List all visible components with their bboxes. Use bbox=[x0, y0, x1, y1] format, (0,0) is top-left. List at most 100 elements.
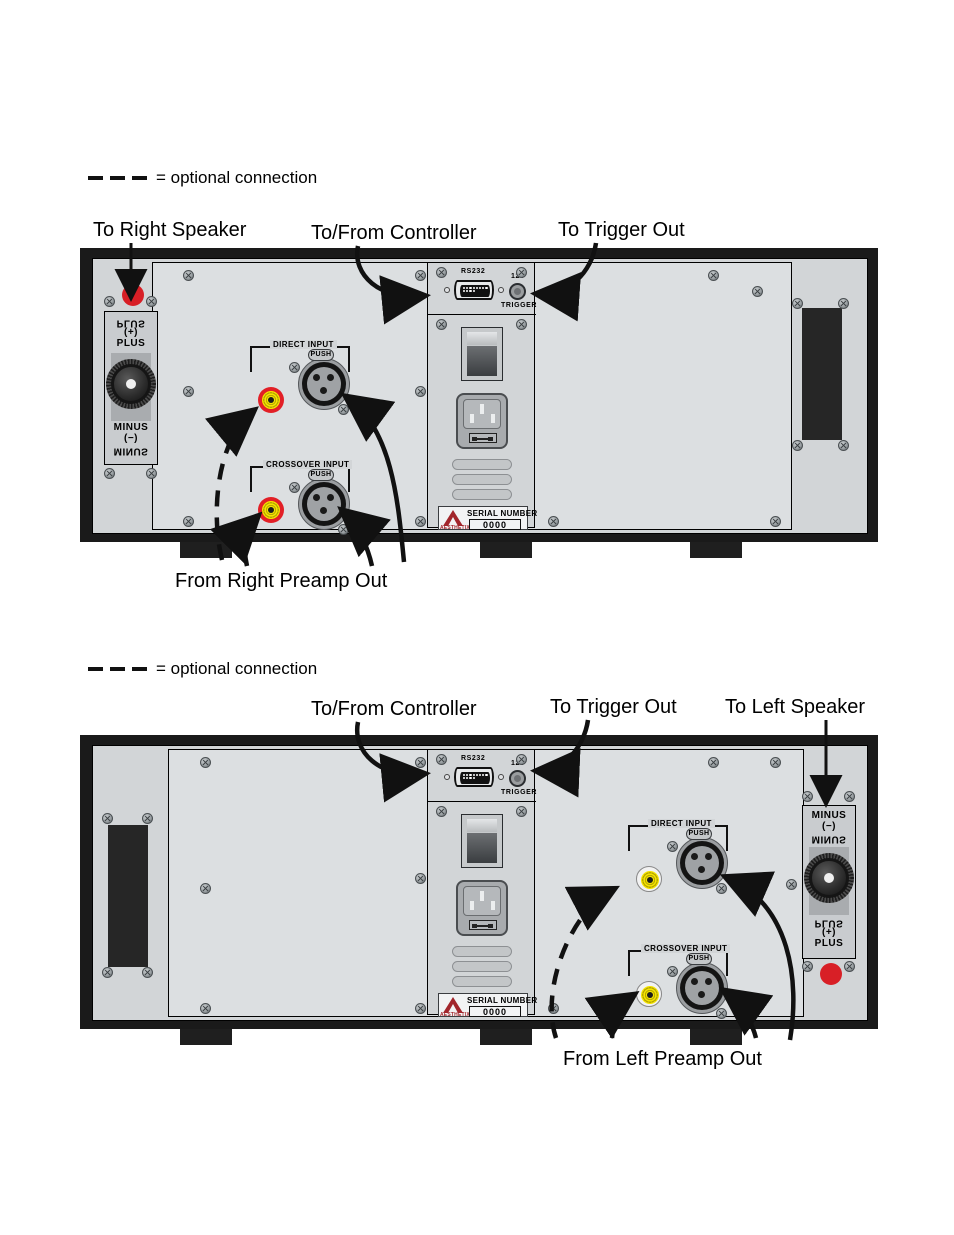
aesthetix-logo-icon bbox=[443, 510, 463, 526]
screw bbox=[200, 1003, 211, 1014]
bp-plus-sign-top: (+) bbox=[124, 327, 138, 338]
screw bbox=[104, 296, 115, 307]
db9-standoff-hole bbox=[498, 774, 504, 780]
xlr-push-tab-crossover-bottom[interactable]: PUSH bbox=[686, 953, 712, 965]
xlr-face-crossover-top bbox=[307, 487, 341, 521]
rca-jack-crossover-top[interactable] bbox=[258, 497, 284, 523]
screw bbox=[415, 270, 426, 281]
bp-minus-mirror-top: MINUS bbox=[113, 445, 149, 457]
power-switch-lower-top bbox=[467, 346, 497, 376]
xlr-push-tab-crossover-top[interactable]: PUSH bbox=[308, 469, 334, 481]
bp-minus-sign-bottom: (−) bbox=[822, 821, 836, 832]
amplifier-unit-right: PLUS (+) PLUS MINUS (−) MINUS DIRECT INP… bbox=[80, 248, 878, 558]
callout-to-from-controller-top: To/From Controller bbox=[311, 222, 477, 244]
screw bbox=[838, 440, 849, 451]
red-binding-post-top[interactable] bbox=[122, 284, 144, 306]
legend-dash-3 bbox=[132, 176, 147, 180]
iec-power-inlet-bottom[interactable] bbox=[456, 880, 508, 936]
bp-center-top bbox=[126, 379, 136, 389]
xlr-push-tab-direct-top[interactable]: PUSH bbox=[308, 349, 334, 361]
xlr-push-tab-direct-bottom[interactable]: PUSH bbox=[686, 828, 712, 840]
trigger-label-bottom: TRIGGER bbox=[501, 789, 538, 796]
iec-slot-earth bbox=[480, 404, 484, 414]
screw bbox=[183, 270, 194, 281]
xlr-jack-direct-top[interactable] bbox=[298, 358, 350, 410]
control-module-top: RS232 12V TRIGGER bbox=[427, 262, 537, 531]
rca-pin-hole-direct-top bbox=[268, 397, 274, 403]
xlr-face-crossover-bottom bbox=[685, 971, 719, 1005]
vent-slot bbox=[452, 961, 512, 972]
screw bbox=[338, 524, 349, 535]
iec-slot-neutral bbox=[491, 901, 495, 910]
iec-power-inlet-top[interactable] bbox=[456, 393, 508, 449]
serial-number-plate-top: AESTHETIX SERIAL NUMBER 0000 bbox=[438, 506, 537, 531]
serial-number-title-bottom: SERIAL NUMBER bbox=[467, 996, 538, 1005]
legend-dash-2 bbox=[110, 667, 125, 671]
legend-dash-1 bbox=[88, 667, 103, 671]
trigger-jack-bottom[interactable] bbox=[509, 770, 526, 787]
rs232-db9-connector-bottom[interactable] bbox=[454, 767, 494, 787]
fuse-drawer-top[interactable] bbox=[469, 433, 497, 443]
blank-panel-right-top bbox=[802, 308, 842, 440]
trigger-jack-hole-bottom bbox=[514, 775, 521, 782]
speaker-binding-post-module-top[interactable]: PLUS (+) PLUS MINUS (−) MINUS bbox=[104, 311, 158, 465]
power-switch-bottom[interactable] bbox=[461, 814, 503, 868]
screw bbox=[786, 879, 797, 890]
screw bbox=[338, 404, 349, 415]
power-switch-lower-bottom bbox=[467, 833, 497, 863]
bp-center-bottom bbox=[824, 873, 834, 883]
screw bbox=[102, 813, 113, 824]
fuse-drawer-bottom[interactable] bbox=[469, 920, 497, 930]
rca-jack-direct-top[interactable] bbox=[258, 387, 284, 413]
callout-leader-overlay bbox=[114, 242, 843, 1041]
trigger-jack-hole-top bbox=[514, 288, 521, 295]
screw bbox=[146, 296, 157, 307]
rca-pin-hole-crossover-bottom bbox=[647, 992, 653, 998]
screw bbox=[142, 967, 153, 978]
rca-jack-direct-bottom[interactable] bbox=[636, 866, 662, 892]
serial-number-title-top: SERIAL NUMBER bbox=[467, 509, 538, 518]
xlr-pin bbox=[691, 978, 698, 985]
bp-plus-mirror-top: PLUS bbox=[116, 317, 146, 329]
vent-slot bbox=[452, 489, 512, 500]
red-binding-post-bottom[interactable] bbox=[820, 963, 842, 985]
xlr-pin bbox=[320, 387, 327, 394]
callout-to-from-controller-bottom: To/From Controller bbox=[311, 698, 477, 720]
iec-slot-live bbox=[470, 414, 474, 423]
screw bbox=[802, 961, 813, 972]
screw bbox=[436, 267, 447, 278]
xlr-jack-crossover-bottom[interactable] bbox=[676, 962, 728, 1014]
callout-to-trigger-out-top: To Trigger Out bbox=[558, 219, 685, 241]
xlr-pin bbox=[327, 494, 334, 501]
screw bbox=[770, 757, 781, 768]
legend-optional-label-top: = optional connection bbox=[156, 168, 318, 187]
screw bbox=[142, 813, 153, 824]
bp-minus-mirror-bottom: MINUS bbox=[811, 833, 847, 845]
xlr-jack-direct-bottom[interactable] bbox=[676, 837, 728, 889]
xlr-pin bbox=[691, 853, 698, 860]
screw bbox=[792, 298, 803, 309]
screw bbox=[716, 883, 727, 894]
screw bbox=[183, 516, 194, 527]
legend-optional-label-bottom: = optional connection bbox=[156, 659, 318, 678]
speaker-binding-post-module-bottom[interactable]: MINUS (−) MINUS PLUS (+) PLUS bbox=[802, 805, 856, 959]
callout-to-right-speaker: To Right Speaker bbox=[93, 219, 247, 241]
rca-jack-crossover-bottom[interactable] bbox=[636, 981, 662, 1007]
trigger-jack-top[interactable] bbox=[509, 283, 526, 300]
power-switch-top[interactable] bbox=[461, 327, 503, 381]
rs232-db9-connector-top[interactable] bbox=[454, 280, 494, 300]
control-module-bottom: RS232 12V TRIGGER bbox=[427, 749, 538, 1018]
screw bbox=[667, 841, 678, 852]
aesthetix-logo-icon bbox=[443, 997, 463, 1013]
screw bbox=[716, 1008, 727, 1019]
screw bbox=[200, 883, 211, 894]
xlr-jack-crossover-top[interactable] bbox=[298, 478, 350, 530]
direct-input-label-bottom: DIRECT INPUT bbox=[648, 819, 715, 828]
screw bbox=[516, 754, 527, 765]
screw bbox=[667, 966, 678, 977]
db9-shell-bottom bbox=[460, 772, 490, 784]
rs232-label-bottom: RS232 bbox=[461, 755, 486, 762]
screw bbox=[183, 386, 194, 397]
chassis-foot bbox=[180, 1029, 232, 1045]
screw bbox=[415, 1003, 426, 1014]
